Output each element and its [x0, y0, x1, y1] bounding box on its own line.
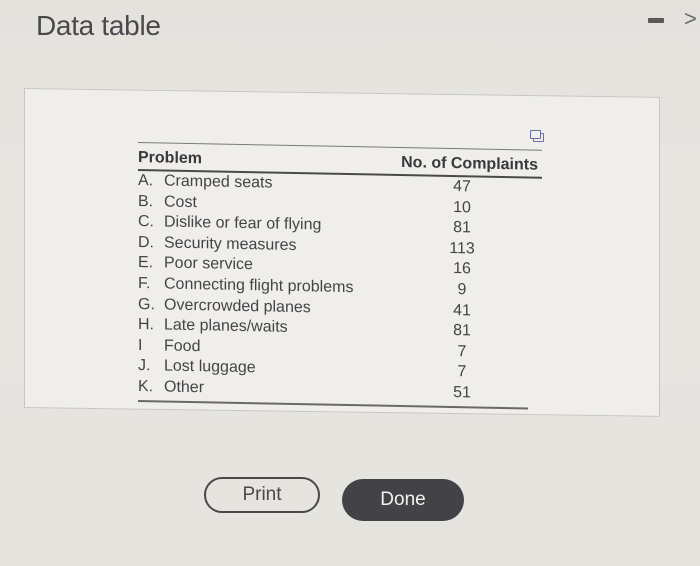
problem-name: Late planes/waits	[164, 316, 288, 337]
problem-name: Other	[164, 378, 205, 397]
problem-name: Poor service	[164, 254, 253, 274]
complaint-count-cell: 7	[457, 363, 467, 381]
problem-letter: A.	[138, 172, 154, 190]
problem-letter: B.	[138, 192, 154, 210]
problem-cell: I Food	[138, 336, 200, 358]
done-button[interactable]: Done	[342, 479, 464, 521]
complaint-count-cell: 41	[453, 301, 471, 319]
problem-letter: D.	[138, 233, 154, 252]
problem-name: Cost	[164, 193, 197, 211]
problem-letter: K.	[138, 377, 154, 396]
copy-icon-front	[530, 130, 541, 139]
complaint-count-cell: 113	[449, 239, 475, 258]
header-problem: Problem	[138, 149, 203, 168]
data-table-dialog: Data table > Problem No. of Complaints A…	[0, 0, 700, 566]
problem-letter: I	[138, 336, 143, 354]
chevron-right-icon[interactable]: >	[684, 8, 697, 30]
complaint-count-cell: 47	[453, 178, 471, 196]
print-button[interactable]: Print	[204, 477, 320, 513]
problem-letter: F.	[138, 274, 151, 293]
problem-cell: A. Cramped seats	[138, 171, 273, 194]
problem-name: Cramped seats	[164, 172, 273, 192]
problem-cell: K. Other	[138, 377, 204, 399]
complaint-count-cell: 51	[453, 383, 471, 402]
problem-cell: J. Lost luggage	[138, 356, 256, 379]
minimize-icon[interactable]	[648, 18, 664, 23]
table-body: A. Cramped seats 47 B. Cost 10 C. Dislike or fe…	[138, 171, 542, 405]
problem-letter: C.	[138, 213, 154, 231]
complaint-count-cell: 9	[457, 281, 467, 299]
problem-letter: H.	[138, 316, 154, 334]
problem-cell: B. Cost	[138, 192, 197, 214]
complaint-count-cell: 7	[457, 342, 467, 361]
problem-name: Food	[164, 337, 201, 355]
complaint-count-cell: 10	[453, 198, 471, 216]
complaint-count-cell: 81	[453, 322, 471, 340]
complaint-count-cell: 81	[453, 219, 471, 237]
problem-name: Overcrowded planes	[164, 296, 311, 316]
problem-name: Lost luggage	[164, 357, 256, 377]
header-count: No. of Complaints	[401, 154, 538, 174]
problem-cell: E. Poor service	[138, 253, 253, 276]
problem-letter: J.	[138, 357, 151, 375]
complaints-table: Problem No. of Complaints A. Cramped seat…	[138, 142, 542, 410]
problem-cell: H. Late planes/waits	[138, 315, 288, 338]
problem-letter: G.	[138, 295, 155, 313]
copy-icon[interactable]	[530, 130, 544, 142]
problem-letter: E.	[138, 254, 154, 272]
problem-name: Security measures	[164, 234, 297, 254]
dialog-title: Data table	[36, 10, 161, 41]
complaint-count-cell: 16	[453, 260, 471, 278]
